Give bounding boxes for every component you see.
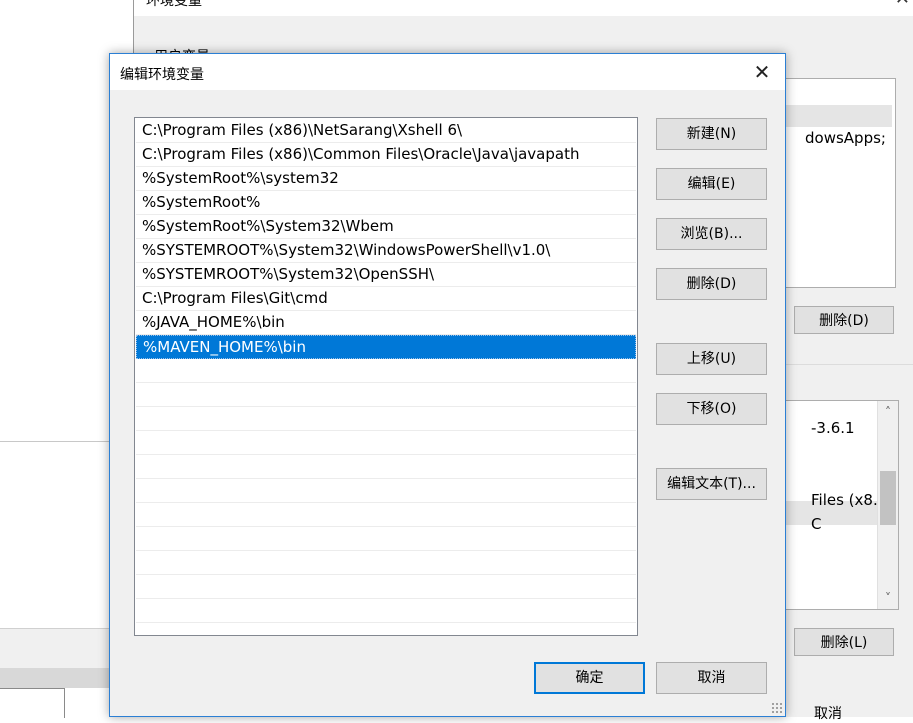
system-variable-value: -3.6.1	[811, 419, 855, 437]
system-delete-button[interactable]: 删除(L)	[794, 628, 894, 656]
parent-cancel-button[interactable]: 取消	[814, 703, 842, 723]
user-delete-button[interactable]: 删除(D)	[794, 306, 894, 334]
parent-close-icon[interactable]: ✕	[895, 0, 910, 9]
system-list-scrollbar[interactable]: ˄ ˅	[877, 401, 898, 609]
list-item[interactable]: %SystemRoot%\system32	[136, 167, 636, 191]
empty-list-row[interactable]	[136, 431, 636, 455]
system-variable-value: C	[811, 515, 822, 533]
cancel-button[interactable]: 取消	[656, 662, 767, 694]
background-field	[0, 688, 65, 718]
system-variable-value: Files (x8...	[811, 491, 888, 509]
list-item[interactable]: C:\Program Files\Git\cmd	[136, 287, 636, 311]
list-item[interactable]: %JAVA_HOME%\bin	[136, 311, 636, 335]
new-button[interactable]: 新建(N)	[656, 118, 767, 150]
resize-grip-icon[interactable]	[771, 702, 783, 714]
empty-list-row[interactable]	[136, 455, 636, 479]
browse-button[interactable]: 浏览(B)...	[656, 218, 767, 250]
list-item-selected[interactable]: %MAVEN_HOME%\bin	[136, 335, 636, 359]
list-item[interactable]: C:\Program Files (x86)\NetSarang\Xshell …	[136, 119, 636, 143]
empty-list-row[interactable]	[136, 599, 636, 623]
dialog-title: 编辑环境变量	[120, 67, 204, 83]
move-down-button[interactable]: 下移(O)	[656, 393, 767, 425]
user-variable-value: dowsApps;	[805, 129, 886, 147]
close-icon[interactable]: ✕	[747, 58, 777, 86]
list-item[interactable]: %SYSTEMROOT%\System32\OpenSSH\	[136, 263, 636, 287]
edit-button[interactable]: 编辑(E)	[656, 168, 767, 200]
empty-list-row[interactable]	[136, 359, 636, 383]
empty-list-row[interactable]	[136, 575, 636, 599]
ok-button[interactable]: 确定	[534, 662, 645, 694]
delete-button[interactable]: 删除(D)	[656, 268, 767, 300]
list-item[interactable]: %SystemRoot%	[136, 191, 636, 215]
edit-text-button[interactable]: 编辑文本(T)...	[656, 468, 767, 500]
edit-environment-variable-dialog: 编辑环境变量 ✕ C:\Program Files (x86)\NetSaran…	[109, 53, 786, 717]
background-panel	[0, 628, 110, 669]
background-strip	[0, 668, 110, 688]
empty-list-row[interactable]	[136, 383, 636, 407]
scroll-thumb[interactable]	[880, 471, 896, 525]
empty-list-row[interactable]	[136, 551, 636, 575]
move-up-button[interactable]: 上移(U)	[656, 343, 767, 375]
scroll-down-icon[interactable]: ˅	[878, 589, 898, 607]
list-item[interactable]: %SYSTEMROOT%\System32\WindowsPowerShell\…	[136, 239, 636, 263]
path-list[interactable]: C:\Program Files (x86)\NetSarang\Xshell …	[134, 117, 638, 636]
empty-list-row[interactable]	[136, 503, 636, 527]
empty-list-row[interactable]	[136, 407, 636, 431]
dialog-titlebar: 编辑环境变量 ✕	[110, 54, 785, 90]
parent-titlebar: 环境变量 ✕	[134, 0, 913, 16]
parent-window-title: 环境变量	[146, 0, 202, 9]
list-item[interactable]: %SystemRoot%\System32\Wbem	[136, 215, 636, 239]
empty-list-row[interactable]	[136, 479, 636, 503]
empty-list-row[interactable]	[136, 527, 636, 551]
scroll-up-icon[interactable]: ˄	[878, 403, 898, 421]
list-item[interactable]: C:\Program Files (x86)\Common Files\Orac…	[136, 143, 636, 167]
